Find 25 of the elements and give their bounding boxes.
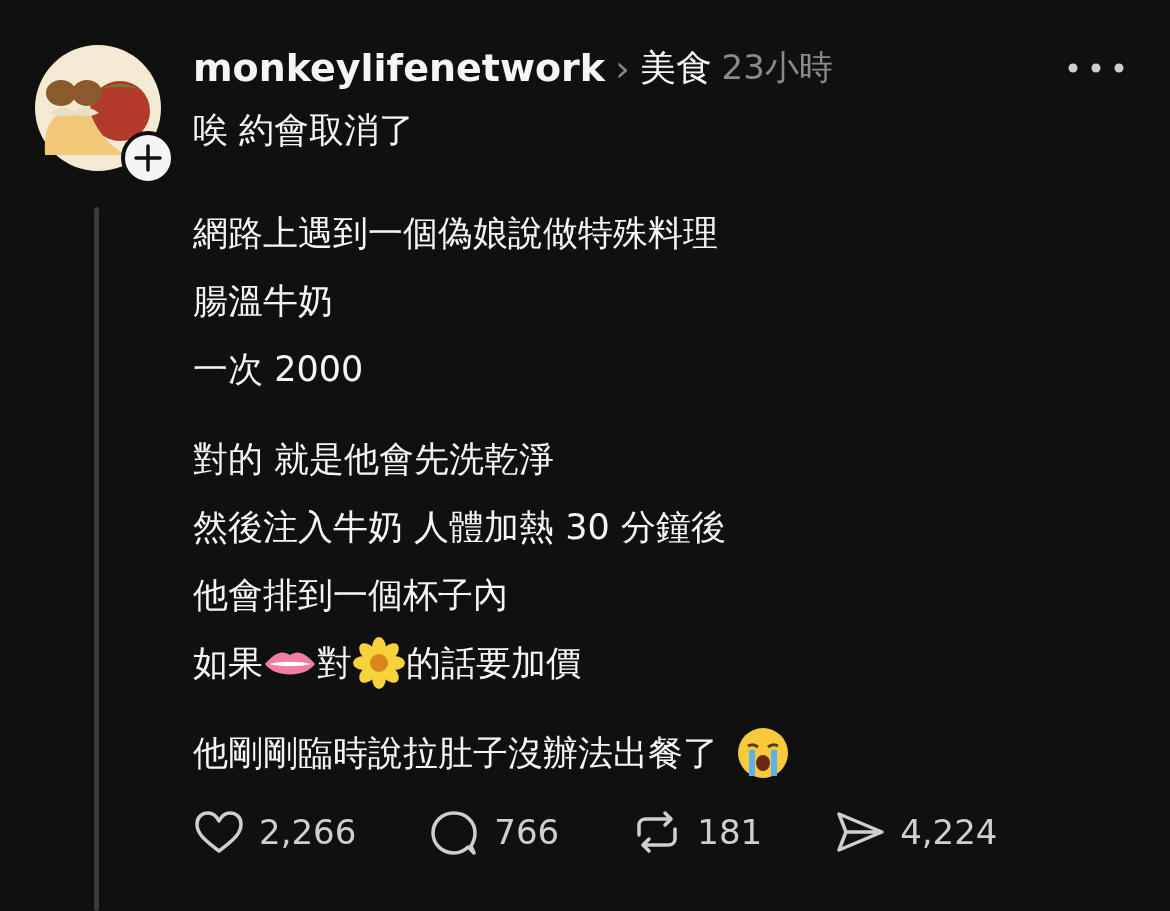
heart-icon	[193, 809, 245, 855]
repost-button[interactable]: 181	[631, 809, 763, 855]
post-text: 然後注入牛奶 人體加熱 30 分鐘後	[193, 505, 726, 549]
comment-button[interactable]: 766	[428, 809, 560, 855]
post-text: 對的 就是他會先洗乾淨	[193, 437, 555, 481]
flower-icon	[352, 636, 406, 690]
post-text: 他會排到一個杯子內	[193, 573, 508, 617]
crying-face-icon	[736, 726, 790, 780]
send-icon	[834, 809, 887, 855]
username[interactable]: monkeylifenetwork	[193, 46, 606, 90]
post-text: 對	[317, 641, 352, 685]
post-text: 一次 2000	[193, 347, 364, 391]
post-time: 23小時	[721, 46, 833, 89]
like-button[interactable]: 2,266	[193, 809, 357, 855]
post-text: 如果	[193, 641, 263, 685]
post-text: 網路上遇到一個偽娘說做特殊料理	[193, 211, 718, 255]
post-text: 的話要加價	[406, 641, 581, 685]
post-text: 他剛剛臨時說拉肚子沒辦法出餐了	[193, 731, 718, 775]
post-text: 腸溫牛奶	[193, 279, 333, 323]
chevron-separator: ›	[615, 47, 630, 89]
avatar-drawing[interactable]	[34, 45, 161, 171]
topic-tag[interactable]: 美食	[639, 43, 712, 93]
share-button[interactable]: 4,224	[834, 809, 998, 855]
more-options-icon[interactable]	[1066, 61, 1126, 75]
post-text: 唉 約會取消了	[193, 108, 415, 152]
